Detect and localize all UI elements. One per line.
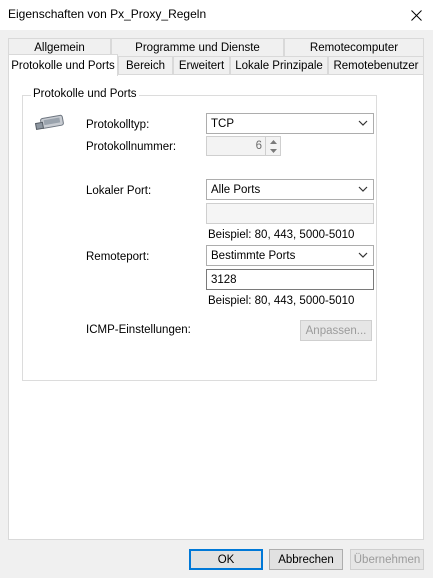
tab-protokolle-und-ports[interactable]: Protokolle und Ports bbox=[8, 54, 118, 76]
properties-dialog: Eigenschaften von Px_Proxy_Regeln Allgem… bbox=[0, 0, 433, 578]
remote-port-label: Remoteport: bbox=[86, 251, 150, 263]
tab-lokale-prinzipale[interactable]: Lokale Prinzipale bbox=[230, 56, 328, 74]
cancel-button[interactable]: Abbrechen bbox=[269, 549, 343, 570]
local-port-hint: Beispiel: 80, 443, 5000-5010 bbox=[208, 229, 355, 241]
protocol-type-value: TCP bbox=[211, 117, 234, 130]
icmp-settings-label: ICMP-Einstellungen: bbox=[86, 324, 191, 336]
chevron-down-icon bbox=[358, 252, 368, 258]
close-icon bbox=[410, 9, 422, 21]
close-button[interactable] bbox=[399, 0, 433, 30]
protocol-type-select[interactable]: TCP bbox=[206, 113, 374, 134]
remote-port-input-value: 3128 bbox=[211, 273, 237, 286]
tab-remotecomputer[interactable]: Remotecomputer bbox=[284, 38, 424, 56]
local-port-value: Alle Ports bbox=[211, 183, 261, 196]
remote-port-select[interactable]: Bestimmte Ports bbox=[206, 245, 374, 266]
tab-remotebenutzer[interactable]: Remotebenutzer bbox=[328, 56, 424, 74]
chevron-up-icon bbox=[269, 139, 277, 144]
remote-port-value: Bestimmte Ports bbox=[211, 249, 296, 262]
local-port-label: Lokaler Port: bbox=[86, 185, 152, 197]
network-protocol-icon bbox=[35, 114, 64, 131]
tab-panel-protokolle-und-ports: Protokolle und Ports Protokolltyp: TCP P… bbox=[8, 74, 424, 540]
apply-button[interactable]: Übernehmen bbox=[350, 549, 424, 570]
chevron-down-icon bbox=[358, 186, 368, 192]
remote-port-input[interactable]: 3128 bbox=[206, 269, 374, 290]
local-port-select[interactable]: Alle Ports bbox=[206, 179, 374, 200]
title-bar: Eigenschaften von Px_Proxy_Regeln bbox=[0, 0, 433, 30]
customize-button[interactable]: Anpassen... bbox=[300, 320, 372, 341]
chevron-down-icon bbox=[358, 120, 368, 126]
protocol-number-value: 6 bbox=[255, 140, 262, 152]
protocol-type-label: Protokolltyp: bbox=[86, 119, 150, 131]
tab-programme-und-dienste[interactable]: Programme und Dienste bbox=[111, 38, 284, 56]
spin-down-button[interactable] bbox=[266, 146, 280, 155]
tab-erweitert[interactable]: Erweitert bbox=[173, 56, 230, 74]
remote-port-hint: Beispiel: 80, 443, 5000-5010 bbox=[208, 295, 355, 307]
protocols-ports-group: Protokolle und Ports Protokolltyp: TCP P… bbox=[22, 88, 377, 381]
chevron-down-small-icon bbox=[269, 148, 277, 153]
protocol-number-stepper[interactable]: 6 bbox=[206, 136, 281, 156]
tab-bereich[interactable]: Bereich bbox=[118, 56, 173, 74]
ok-button[interactable]: OK bbox=[189, 549, 263, 570]
window-title: Eigenschaften von Px_Proxy_Regeln bbox=[8, 7, 207, 21]
spinner-buttons bbox=[265, 137, 280, 155]
protocol-number-label: Protokollnummer: bbox=[86, 141, 177, 153]
spin-up-button[interactable] bbox=[266, 137, 280, 146]
group-title: Protokolle und Ports bbox=[31, 88, 139, 100]
local-port-input[interactable] bbox=[206, 203, 374, 224]
